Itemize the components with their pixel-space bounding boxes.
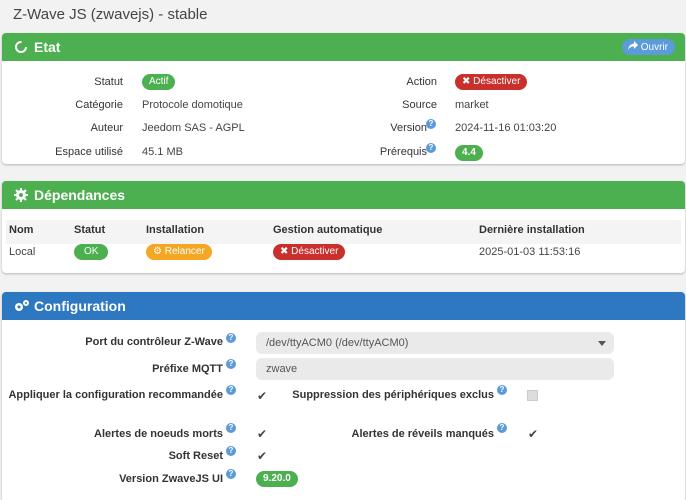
espace-label: Espace utilisé — [55, 146, 123, 158]
statut-label: Statut — [94, 76, 123, 88]
configuration-header: Configuration — [2, 292, 685, 320]
open-button[interactable]: Ouvrir — [621, 39, 675, 55]
auteur-value: Jeedom SAS - AGPL — [142, 122, 245, 134]
source-label: Source — [402, 99, 437, 111]
alertes-reveils-label: Alertes de réveils manqués — [351, 428, 494, 440]
auteur-label: Auteur — [90, 122, 123, 134]
soft-reset-label: Soft Reset — [168, 450, 223, 462]
col-statut: Statut — [74, 224, 106, 236]
close-icon: ✖ — [462, 76, 471, 87]
source-value: market — [455, 99, 489, 111]
help-icon[interactable]: ? — [226, 333, 236, 343]
configuration-title: Configuration — [34, 298, 126, 314]
help-icon[interactable]: ? — [226, 385, 236, 395]
help-icon[interactable]: ? — [426, 119, 436, 129]
page-title: Z-Wave JS (zwavejs) - stable — [13, 6, 208, 23]
action-label: Action — [406, 76, 437, 88]
dependances-header: Dépendances — [2, 181, 685, 209]
port-label: Port du contrôleur Z-Wave — [85, 336, 223, 348]
help-icon[interactable]: ? — [226, 469, 236, 479]
suppression-label: Suppression des périphériques exclus — [292, 389, 494, 401]
version-label: Version — [390, 122, 427, 134]
col-installation: Installation — [146, 224, 205, 236]
refresh-icon — [14, 40, 28, 54]
categorie-label: Catégorie — [75, 99, 123, 111]
appliquer-checkbox[interactable]: ✔ — [256, 390, 268, 402]
col-derniere: Dernière installation — [479, 224, 585, 236]
dep-nom: Local — [9, 246, 36, 258]
col-gestion: Gestion automatique — [273, 224, 383, 236]
dep-statut-badge: OK — [74, 244, 109, 260]
etat-header: Etat Ouvrir — [2, 33, 685, 61]
relancer-button[interactable]: ⚙ Relancer — [146, 244, 212, 260]
help-icon[interactable]: ? — [497, 385, 507, 395]
dep-derniere: 2025-01-03 11:53:16 — [479, 246, 581, 258]
port-select-value: /dev/ttyACM0 (/dev/ttyACM0) — [266, 337, 409, 349]
configuration-panel: Configuration Port du contrôleur Z-Wave … — [2, 292, 685, 500]
espace-value: 45.1 MB — [142, 146, 183, 158]
prerequis-badge: 4.4 — [455, 145, 483, 161]
etat-panel: Etat Ouvrir Statut Actif Catégorie Proto… — [2, 33, 685, 164]
soft-reset-checkbox[interactable]: ✔ — [256, 450, 268, 462]
help-icon[interactable]: ? — [426, 143, 436, 153]
port-select[interactable]: /dev/ttyACM0 (/dev/ttyACM0) — [256, 332, 614, 354]
help-icon[interactable]: ? — [226, 423, 236, 433]
desactiver-label: Désactiver — [473, 76, 521, 87]
prefixe-input[interactable]: zwave — [256, 358, 614, 380]
appliquer-label: Appliquer la configuration recommandée — [8, 389, 223, 401]
prefixe-input-value: zwave — [266, 363, 298, 375]
alertes-reveils-checkbox[interactable]: ✔ — [527, 428, 539, 440]
dependances-title: Dépendances — [34, 187, 126, 203]
desactiver-button[interactable]: ✖ Désactiver — [455, 74, 528, 90]
help-icon[interactable]: ? — [497, 423, 507, 433]
version-value: 2024-11-16 01:03:20 — [455, 122, 557, 134]
close-icon: ✖ — [280, 246, 289, 257]
alertes-morts-label: Alertes de noeuds morts — [94, 428, 223, 440]
col-nom: Nom — [9, 224, 34, 236]
etat-title: Etat — [34, 39, 61, 55]
dependances-panel: Dépendances Nom Statut Installation Gest… — [2, 181, 685, 273]
gestion-desactiver-label: Désactiver — [291, 246, 339, 257]
alertes-morts-checkbox[interactable]: ✔ — [256, 428, 268, 440]
open-button-label: Ouvrir — [640, 41, 668, 53]
version-ui-badge: 9.20.0 — [256, 471, 298, 487]
relancer-label: Relancer — [164, 246, 205, 257]
version-ui-label: Version ZwaveJS UI — [119, 473, 223, 485]
bicycle-icon: ⚙ — [153, 246, 162, 257]
chevron-down-icon — [598, 341, 606, 346]
prefixe-label: Préfixe MQTT — [152, 363, 223, 375]
gestion-desactiver-button[interactable]: ✖ Désactiver — [273, 244, 346, 260]
prerequis-label: Prérequis — [379, 146, 427, 158]
help-icon[interactable]: ? — [226, 359, 236, 369]
categorie-value: Protocole domotique — [142, 99, 243, 111]
suppression-checkbox[interactable] — [527, 390, 538, 401]
cog-icon — [14, 188, 28, 202]
help-icon[interactable]: ? — [226, 446, 236, 456]
cogs-icon — [14, 299, 29, 313]
share-icon — [627, 41, 638, 53]
statut-badge: Actif — [142, 74, 176, 90]
